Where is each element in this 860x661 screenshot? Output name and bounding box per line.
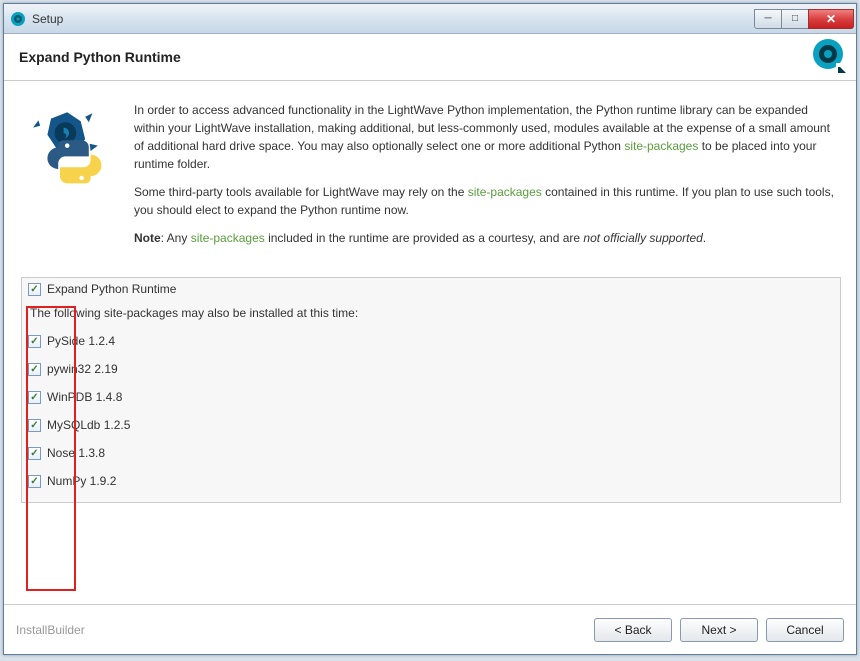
package-row: NumPy 1.9.2 — [28, 474, 834, 488]
content-area: In order to access advanced functionalit… — [4, 81, 856, 604]
python-lightwave-icon — [19, 101, 119, 257]
setup-window: Setup ─ □ ✕ Expand Python Runtime — [3, 3, 857, 655]
window-title: Setup — [32, 12, 63, 26]
intro-paragraph-2: Some third-party tools available for Lig… — [134, 183, 841, 219]
package-checkbox-pyside[interactable] — [28, 335, 41, 348]
expand-runtime-label: Expand Python Runtime — [47, 282, 176, 296]
package-checkbox-numpy[interactable] — [28, 475, 41, 488]
package-row: MySQLdb 1.2.5 — [28, 418, 834, 432]
site-packages-link[interactable]: site-packages — [191, 231, 265, 245]
titlebar[interactable]: Setup ─ □ ✕ — [4, 4, 856, 34]
package-row: WinPDB 1.4.8 — [28, 390, 834, 404]
package-checkbox-winpdb[interactable] — [28, 391, 41, 404]
intro-note: Note: Any site-packages included in the … — [134, 229, 841, 247]
package-label: PySide 1.2.4 — [47, 334, 115, 348]
close-button[interactable]: ✕ — [808, 9, 854, 29]
next-button[interactable]: Next > — [680, 618, 758, 642]
package-label: WinPDB 1.4.8 — [47, 390, 122, 404]
options-panel: Expand Python Runtime The following site… — [21, 277, 841, 503]
intro-text: In order to access advanced functionalit… — [134, 101, 841, 257]
expand-runtime-row: Expand Python Runtime — [28, 282, 834, 296]
intro-section: In order to access advanced functionalit… — [19, 101, 841, 257]
wizard-header: Expand Python Runtime — [4, 34, 856, 81]
package-row: Nose 1.3.8 — [28, 446, 834, 460]
app-icon — [10, 11, 26, 27]
wizard-footer: InstallBuilder < Back Next > Cancel — [4, 604, 856, 654]
cancel-button[interactable]: Cancel — [766, 618, 844, 642]
minimize-button[interactable]: ─ — [754, 9, 782, 29]
page-title: Expand Python Runtime — [19, 49, 181, 65]
package-checkbox-pywin32[interactable] — [28, 363, 41, 376]
maximize-button[interactable]: □ — [781, 9, 809, 29]
footer-buttons: < Back Next > Cancel — [594, 618, 844, 642]
package-label: MySQLdb 1.2.5 — [47, 418, 130, 432]
package-label: Nose 1.3.8 — [47, 446, 105, 460]
back-button[interactable]: < Back — [594, 618, 672, 642]
product-icon — [808, 37, 848, 77]
package-checkbox-mysqldb[interactable] — [28, 419, 41, 432]
site-packages-link[interactable]: site-packages — [468, 185, 542, 199]
packages-sublabel: The following site-packages may also be … — [30, 306, 834, 320]
package-row: PySide 1.2.4 — [28, 334, 834, 348]
expand-runtime-checkbox[interactable] — [28, 283, 41, 296]
site-packages-link[interactable]: site-packages — [624, 139, 698, 153]
package-checkbox-nose[interactable] — [28, 447, 41, 460]
footer-brand: InstallBuilder — [16, 623, 85, 637]
package-row: pywin32 2.19 — [28, 362, 834, 376]
package-label: pywin32 2.19 — [47, 362, 118, 376]
package-label: NumPy 1.9.2 — [47, 474, 116, 488]
window-controls: ─ □ ✕ — [755, 9, 854, 29]
intro-paragraph-1: In order to access advanced functionalit… — [134, 101, 841, 173]
